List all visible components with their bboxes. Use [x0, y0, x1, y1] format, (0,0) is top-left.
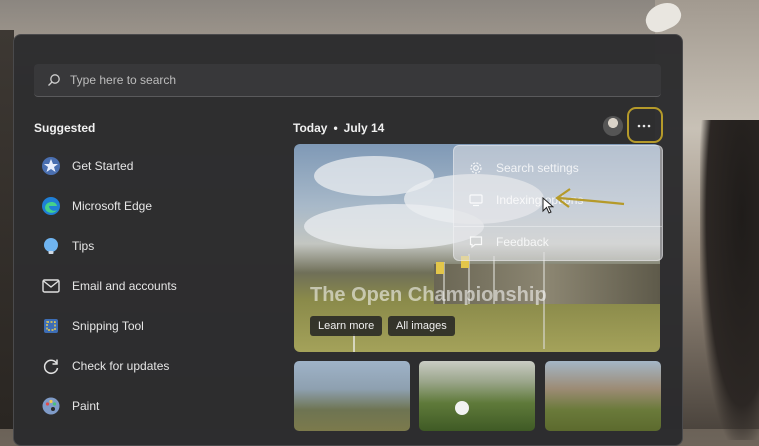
suggested-item-get-started[interactable]: Get Started: [40, 146, 280, 186]
snipping-tool-icon: [40, 315, 62, 337]
refresh-icon: [40, 355, 62, 377]
suggested-item-paint[interactable]: Paint: [40, 386, 280, 426]
tips-icon: [40, 235, 62, 257]
menu-divider: [454, 226, 662, 227]
menu-item-feedback[interactable]: Feedback: [468, 234, 549, 250]
indexing-icon: [468, 192, 484, 208]
feedback-icon: [468, 234, 484, 250]
search-placeholder: Type here to search: [70, 73, 177, 87]
get-started-icon: [40, 155, 62, 177]
suggested-item-microsoft-edge[interactable]: Microsoft Edge: [40, 186, 280, 226]
today-label: Today: [293, 121, 328, 135]
search-icon: [46, 72, 62, 88]
paint-icon: [40, 395, 62, 417]
suggested-item-check-for-updates[interactable]: Check for updates: [40, 346, 280, 386]
today-date: July 14: [343, 121, 385, 135]
news-thumbnail[interactable]: [294, 361, 410, 431]
all-images-button[interactable]: All images: [388, 316, 455, 336]
suggested-list: Get Started Microsoft Edge Tips Email an…: [40, 146, 280, 426]
suggested-item-snipping-tool[interactable]: Snipping Tool: [40, 306, 280, 346]
gear-icon: [468, 160, 484, 176]
menu-item-search-settings[interactable]: Search settings: [468, 160, 579, 176]
golf-ball: [455, 401, 469, 415]
more-icon: [637, 124, 651, 128]
news-thumbnail[interactable]: [545, 361, 661, 431]
desktop-background-figure: [700, 120, 759, 440]
annotation-arrow: [555, 188, 625, 208]
suggested-item-email-and-accounts[interactable]: Email and accounts: [40, 266, 280, 306]
today-header: Today • July 14: [293, 121, 384, 135]
separator-dot: •: [333, 121, 338, 135]
mail-icon: [40, 275, 62, 297]
desktop-background-left: [0, 30, 14, 429]
hero-title: The Open Championship: [310, 284, 547, 306]
edge-icon: [40, 195, 62, 217]
search-panel: Type here to search Suggested Get Starte…: [13, 34, 683, 446]
learn-more-button[interactable]: Learn more: [310, 316, 383, 336]
search-input[interactable]: Type here to search: [34, 64, 661, 97]
mouse-cursor-icon: [542, 197, 554, 214]
news-thumbnail[interactable]: [419, 361, 535, 431]
avatar[interactable]: [603, 116, 623, 136]
menu-item-label: Feedback: [496, 235, 549, 249]
more-options-button[interactable]: [631, 113, 657, 139]
menu-item-label: Search settings: [496, 161, 579, 175]
suggested-item-tips[interactable]: Tips: [40, 226, 280, 266]
suggested-heading: Suggested: [34, 121, 96, 135]
